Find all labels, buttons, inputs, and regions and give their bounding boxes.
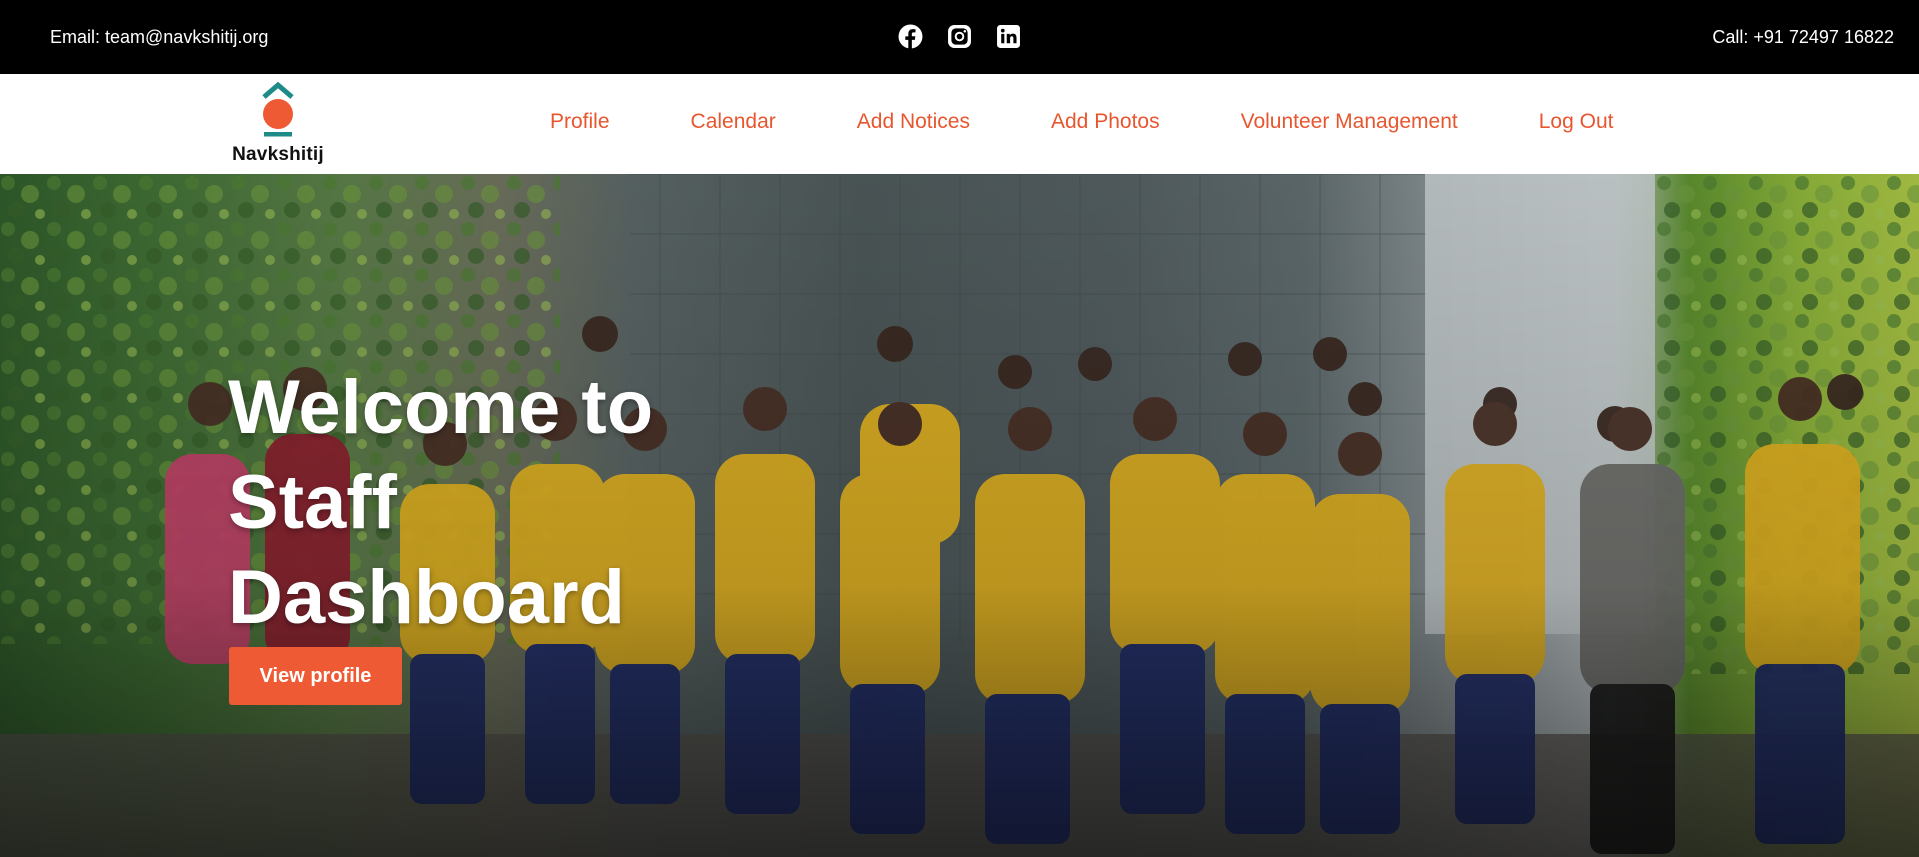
- brand-name: Navkshitij: [232, 144, 324, 165]
- nav-log-out[interactable]: Log Out: [1539, 110, 1614, 134]
- nav-add-notices[interactable]: Add Notices: [857, 110, 970, 134]
- nav-volunteer-management[interactable]: Volunteer Management: [1241, 110, 1458, 134]
- nav-profile[interactable]: Profile: [550, 110, 610, 134]
- instagram-icon[interactable]: [947, 24, 972, 49]
- navkshitij-logo-icon: [262, 81, 294, 137]
- main-navbar: Navkshitij Profile Calendar Add Notices …: [0, 74, 1919, 174]
- brand-logo[interactable]: Navkshitij: [228, 80, 328, 166]
- nav-menu: Profile Calendar Add Notices Add Photos …: [550, 110, 1613, 134]
- hero-banner: Welcome to Staff Dashboard View profile: [0, 174, 1919, 857]
- contact-email[interactable]: Email: team@navkshitij.org: [50, 27, 268, 48]
- contact-phone[interactable]: Call: +91 72497 16822: [1712, 27, 1894, 48]
- view-profile-button[interactable]: View profile: [229, 647, 402, 705]
- nav-calendar[interactable]: Calendar: [691, 110, 776, 134]
- top-contact-bar: Email: team@navkshitij.org Call: +91 724…: [0, 0, 1919, 74]
- nav-add-photos[interactable]: Add Photos: [1051, 110, 1160, 134]
- facebook-icon[interactable]: [898, 24, 923, 49]
- hero-title: Welcome to Staff Dashboard: [228, 365, 654, 640]
- linkedin-icon[interactable]: [996, 24, 1021, 49]
- social-links: [898, 24, 1021, 49]
